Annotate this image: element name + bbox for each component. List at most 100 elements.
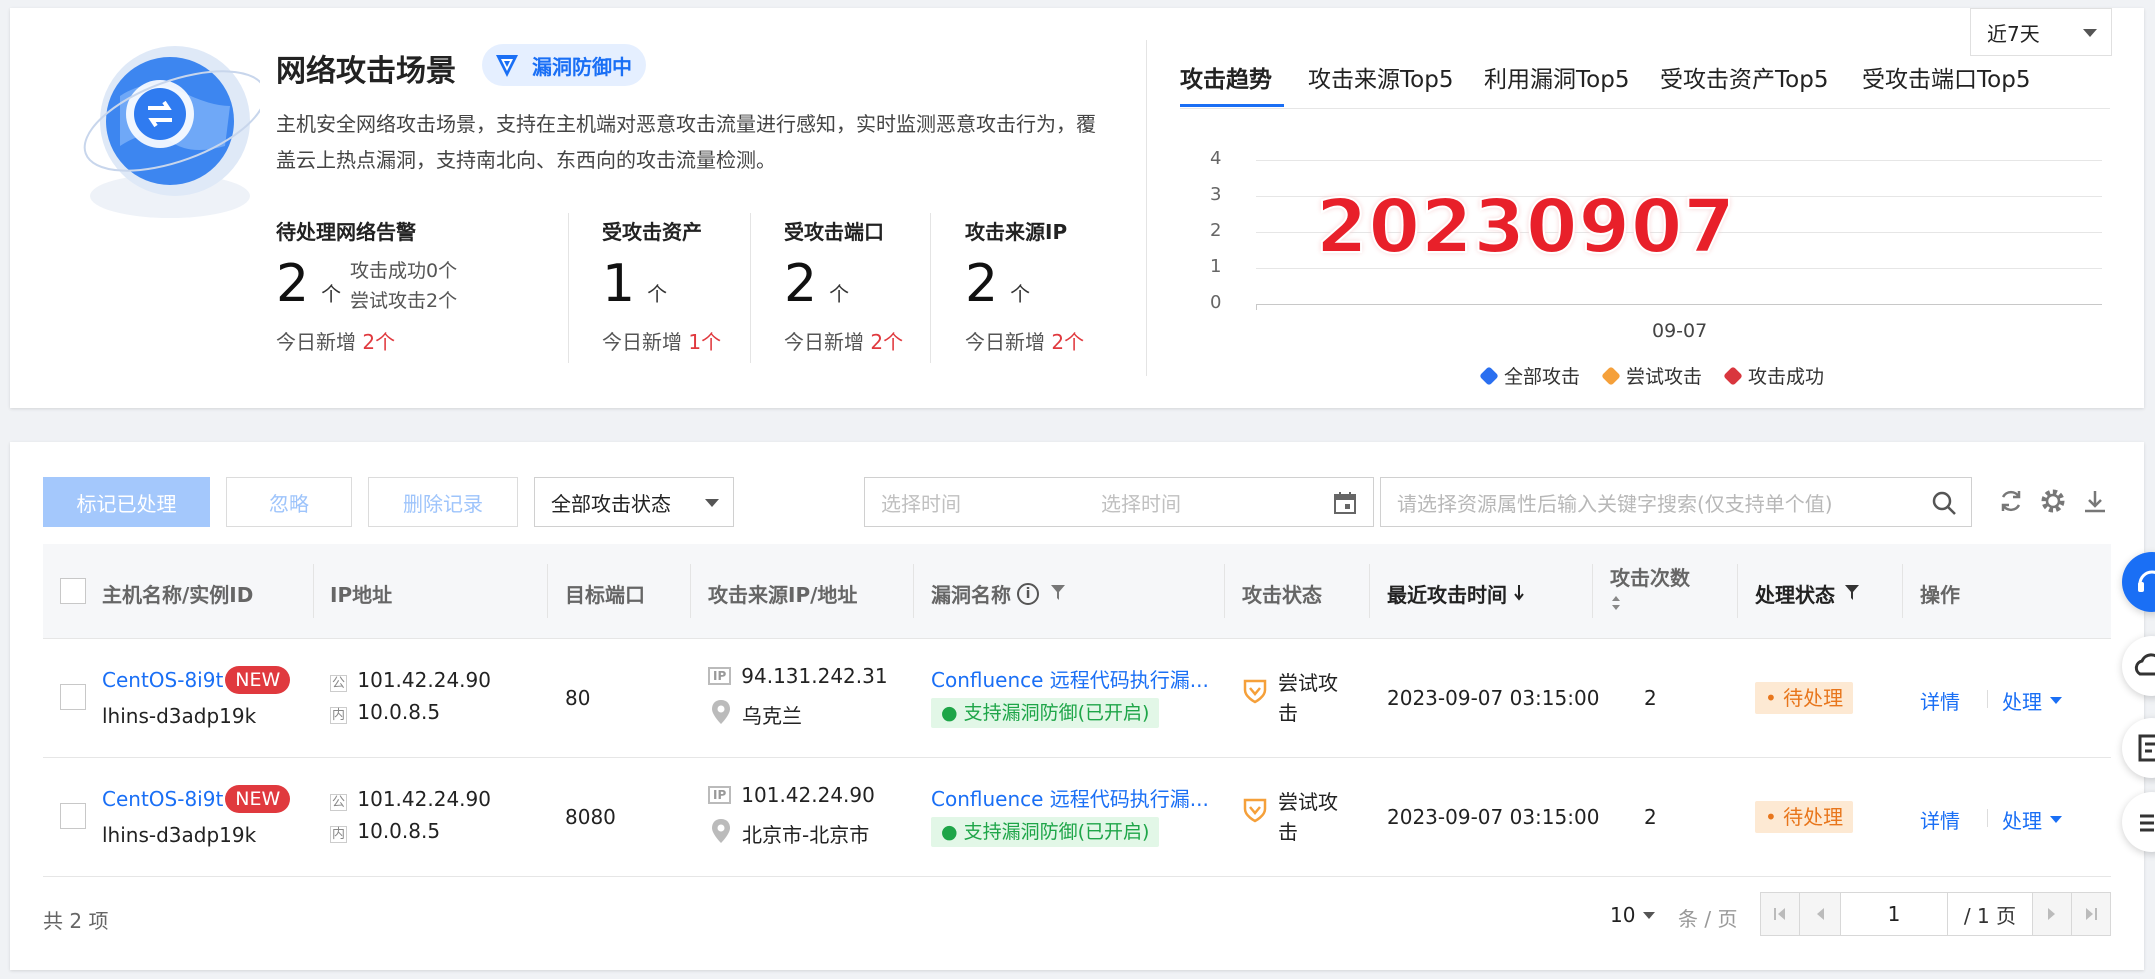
- shield-warning-icon: [1242, 678, 1268, 728]
- public-tag-icon: 公: [330, 794, 348, 811]
- alerts-table-card: 标记已处理 忽略 删除记录 全部攻击状态 选择时间 选择时间 请选择资源属性后输…: [10, 442, 2144, 970]
- last-page-button[interactable]: [2071, 892, 2111, 936]
- target-port: 80: [565, 686, 591, 710]
- row-checkbox[interactable]: [60, 684, 86, 710]
- last-attack-time: 2023-09-07 03:15:00: [1387, 805, 1600, 829]
- x-axis-start-tick: [1256, 304, 1257, 310]
- start-time-input[interactable]: 选择时间: [881, 488, 1101, 517]
- time-range-select[interactable]: 近7天: [1970, 8, 2112, 56]
- y-tick-label: 2: [1210, 220, 1222, 241]
- vuln-name-link[interactable]: Confluence 远程代码执行漏...: [931, 783, 1209, 812]
- attack-status-select[interactable]: 全部攻击状态: [534, 477, 734, 527]
- document-icon: [2138, 734, 2155, 762]
- tab-source-top5[interactable]: 攻击来源Top5: [1308, 60, 1453, 94]
- first-page-button[interactable]: [1760, 892, 1800, 936]
- search-input[interactable]: 请选择资源属性后输入关键字搜索(仅支持单个值): [1380, 477, 1972, 527]
- page-number-input[interactable]: 1: [1840, 892, 1948, 936]
- docs-float-button[interactable]: [2122, 718, 2155, 778]
- chart-legend: 全部攻击 尝试攻击 攻击成功: [1479, 362, 1824, 389]
- op-divider: [1987, 809, 1988, 827]
- page-title: 网络攻击场景: [276, 54, 456, 89]
- legend-marker: [1601, 365, 1621, 386]
- instance-id: lhins-d3adp19k: [102, 704, 257, 728]
- prev-page-button[interactable]: [1799, 892, 1841, 936]
- stat-source-ip-value: 2 个: [965, 254, 1031, 314]
- header-attack-count[interactable]: 攻击次数: [1610, 562, 1690, 617]
- refresh-icon[interactable]: [1998, 488, 2024, 518]
- host-name-link[interactable]: CentOS-8i9t NEW: [102, 785, 291, 813]
- header-vuln: 漏洞名称 i: [931, 579, 1065, 608]
- source-ip: IP 101.42.24.90: [708, 783, 875, 807]
- filter-icon[interactable]: [1051, 582, 1065, 606]
- new-tag: NEW: [225, 785, 291, 813]
- info-icon[interactable]: i: [1017, 582, 1039, 605]
- cloud-float-button[interactable]: [2122, 636, 2155, 696]
- calendar-icon: [1333, 491, 1357, 520]
- location-pin-icon: [712, 700, 730, 729]
- process-dropdown[interactable]: 处理: [2002, 686, 2062, 715]
- shield-icon: [492, 50, 522, 80]
- chevron-down-icon: [705, 499, 719, 507]
- source-ip: IP 94.131.242.31: [708, 664, 888, 688]
- vuln-name-link[interactable]: Confluence 远程代码执行漏...: [931, 664, 1209, 693]
- x-tick-label: 09-07: [1652, 320, 1708, 342]
- headset-icon: [2138, 570, 2155, 592]
- header-host: 主机名称/实例ID: [102, 583, 254, 607]
- source-location: 乌克兰: [708, 700, 802, 729]
- tabs-underline: [1180, 108, 2110, 109]
- row-checkbox[interactable]: [60, 803, 86, 829]
- page-size-select[interactable]: 10: [1610, 903, 1656, 927]
- download-icon[interactable]: [2082, 488, 2108, 518]
- select-all-checkbox[interactable]: [60, 578, 86, 604]
- attack-status: 尝试攻 击: [1242, 787, 1338, 847]
- column-separator: [1369, 564, 1370, 618]
- stat-source-ip-label: 攻击来源IP: [965, 220, 1068, 244]
- tab-assets-top5[interactable]: 受攻击资产Top5: [1660, 60, 1828, 94]
- defense-tag: ● 支持漏洞防御(已开启): [931, 817, 1160, 847]
- stat-pending-breakdown: 攻击成功0个 尝试攻击2个: [350, 260, 458, 312]
- date-watermark: 20230907: [1315, 183, 1736, 271]
- attack-count: 2: [1644, 686, 1657, 710]
- stat-assets-label: 受攻击资产: [602, 220, 702, 244]
- process-dropdown[interactable]: 处理: [2002, 805, 2062, 834]
- filter-icon[interactable]: [1845, 582, 1859, 606]
- attack-trend-chart: 4 3 2 1 0 09-07 20230907 全部攻击 尝试攻击 攻击成功: [1210, 148, 2110, 388]
- next-page-button[interactable]: [2032, 892, 2072, 936]
- gear-icon[interactable]: [2040, 488, 2066, 518]
- host-name-link[interactable]: CentOS-8i9t NEW: [102, 666, 291, 694]
- tab-attack-trend[interactable]: 攻击趋势: [1180, 60, 1272, 94]
- handle-status-badge: • 待处理: [1755, 682, 1854, 714]
- tab-ports-top5[interactable]: 受攻击端口Top5: [1862, 60, 2030, 94]
- ignore-button[interactable]: 忽略: [226, 477, 352, 527]
- private-tag-icon: 内: [330, 826, 348, 843]
- y-tick-label: 3: [1210, 184, 1222, 205]
- feedback-float-button[interactable]: [2122, 792, 2155, 852]
- caret-down-icon: [1643, 911, 1656, 919]
- header-last-attack-time[interactable]: 最近攻击时间: [1387, 579, 1525, 608]
- location-pin-icon: [712, 819, 730, 848]
- support-float-button[interactable]: [2122, 552, 2155, 612]
- scene-description: 主机安全网络攻击场景，支持在主机端对恶意攻击流量进行感知，实时监测恶意攻击行为，…: [276, 112, 1096, 172]
- column-separator: [1737, 564, 1738, 618]
- header-ip: IP地址: [330, 583, 393, 607]
- end-time-input[interactable]: 选择时间: [1101, 488, 1181, 517]
- delete-records-button[interactable]: 删除记录: [368, 477, 518, 527]
- globe-illustration: [60, 36, 267, 236]
- mark-handled-button[interactable]: 标记已处理: [43, 477, 210, 527]
- time-range-picker[interactable]: 选择时间 选择时间: [864, 477, 1374, 527]
- header-source: 攻击来源IP/地址: [708, 583, 858, 607]
- column-separator: [1224, 564, 1225, 618]
- public-tag-icon: 公: [330, 675, 348, 692]
- detail-link[interactable]: 详情: [1920, 686, 1960, 715]
- header-handle-status: 处理状态: [1755, 579, 1859, 608]
- sort-icon: [1610, 593, 1690, 617]
- legend-marker: [1723, 365, 1743, 386]
- divider: [750, 213, 751, 363]
- target-port: 8080: [565, 805, 616, 829]
- stat-ports-today: 今日新增 2个: [784, 330, 904, 354]
- tab-vuln-top5[interactable]: 利用漏洞Top5: [1484, 60, 1629, 94]
- column-separator: [1902, 564, 1903, 618]
- detail-link[interactable]: 详情: [1920, 805, 1960, 834]
- search-icon[interactable]: [1931, 490, 1957, 521]
- defense-tag: ● 支持漏洞防御(已开启): [931, 698, 1160, 728]
